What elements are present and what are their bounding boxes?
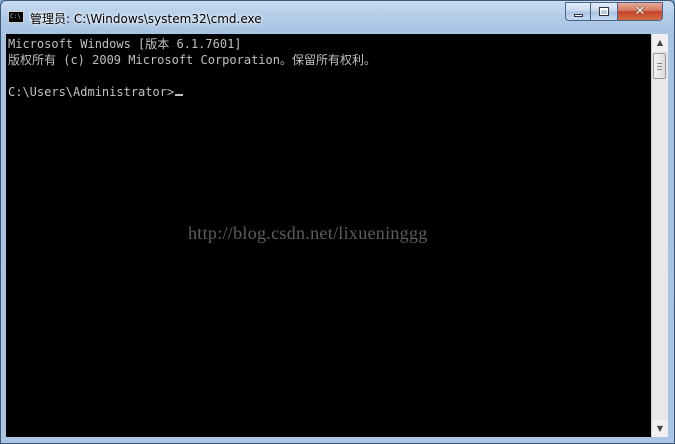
scroll-thumb[interactable] [653,53,666,79]
maximize-button[interactable] [591,2,618,21]
thumb-grip [657,69,662,70]
minimize-icon [574,14,583,17]
console-line: Microsoft Windows [版本 6.1.7601] [8,37,242,51]
prompt-text: C:\Users\Administrator> [8,85,175,99]
close-button[interactable]: ✕ [618,2,663,21]
command-prompt-line[interactable]: C:\Users\Administrator> [8,84,184,100]
thumb-grip [657,66,662,67]
scroll-down-icon[interactable]: ▼ [652,420,668,437]
console-output[interactable]: Microsoft Windows [版本 6.1.7601] 版权所有 (c)… [6,34,651,437]
window-title: 管理员: C:\Windows\system32\cmd.exe [30,12,262,26]
watermark-text: http://blog.csdn.net/lixueninggg [188,223,428,243]
console-line: 版权所有 (c) 2009 Microsoft Corporation。保留所有… [8,53,376,67]
cmd-icon[interactable]: C:\ [8,11,24,23]
minimize-button[interactable] [565,2,591,21]
scroll-up-icon[interactable]: ▲ [652,34,668,51]
cmd-window: C:\ 管理员: C:\Windows\system32\cmd.exe ✕ M… [0,0,675,444]
thumb-grip [657,63,662,64]
close-icon: ✕ [634,4,646,19]
maximize-icon [599,7,609,16]
vertical-scrollbar[interactable]: ▲ ▼ [651,34,668,437]
text-cursor [175,94,184,96]
title-bar[interactable]: C:\ 管理员: C:\Windows\system32\cmd.exe ✕ [1,1,674,33]
